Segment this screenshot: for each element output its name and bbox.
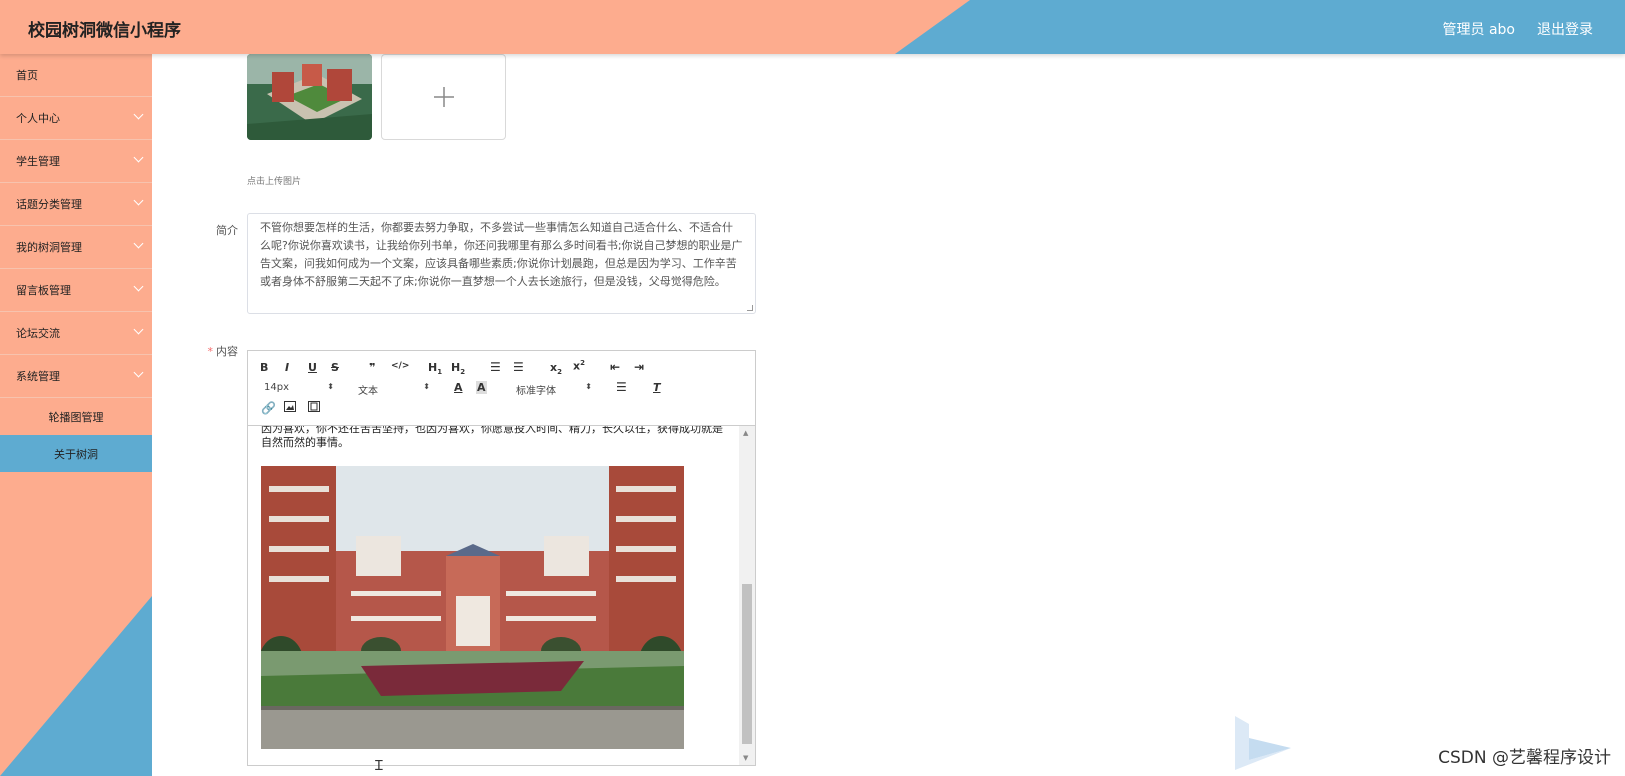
sidebar-item-personal-center[interactable]: 个人中心	[0, 97, 152, 140]
subscript-icon[interactable]: x2	[550, 361, 562, 376]
resize-handle-icon[interactable]	[747, 305, 753, 311]
strike-icon[interactable]: S	[331, 361, 339, 374]
uploaded-image-thumbnail[interactable]	[247, 54, 372, 140]
sidebar-item-home[interactable]: 首页	[0, 54, 152, 97]
current-user-label: 管理员 abo	[1442, 22, 1515, 38]
blockquote-icon[interactable]: ❞	[369, 361, 375, 374]
sidebar-subitem-carousel[interactable]: 轮播图管理	[0, 398, 152, 435]
header-actions: 管理员 abo 退出登录	[1443, 19, 1593, 39]
app-title: 校园树洞微信小程序	[28, 21, 181, 41]
sidebar-item-label: 留言板管理	[16, 284, 71, 297]
scrollbar-thumb[interactable]	[742, 584, 752, 744]
rich-text-editor[interactable]: B I U S ❞ </> H1 H2 ☰ ☰ x2 x2 ⇤ ⇥ 14px ⬍ …	[247, 350, 756, 766]
sidebar: 首页 个人中心 学生管理 话题分类管理 我的树洞管理 留言板管理 论坛交流 系统…	[0, 54, 152, 776]
font-family-select[interactable]: 标准字体 ⬍	[516, 382, 592, 397]
select-arrow-icon: ⬍	[423, 382, 430, 391]
campus-photo[interactable]	[261, 466, 684, 749]
scroll-up-icon[interactable]: ▲	[743, 429, 748, 437]
sidebar-subitem-label: 轮播图管理	[48, 410, 104, 424]
ordered-list-icon[interactable]: ☰	[490, 360, 501, 374]
watermark-text: CSDN @艺馨程序设计	[1438, 748, 1611, 768]
intro-textarea[interactable]: 不管你想要怎样的生活，你都要去努力争取，不多尝试一些事情怎么知道自己适合什么、不…	[247, 213, 756, 314]
image-icon[interactable]	[284, 401, 296, 415]
required-mark: *	[207, 345, 214, 358]
top-header: 校园树洞微信小程序 管理员 abo 退出登录	[0, 0, 1625, 54]
plus-icon	[433, 87, 454, 107]
sidebar-subitem-label: 关于树洞	[54, 447, 98, 461]
upload-tip: 点击上传图片	[247, 177, 302, 187]
chevron-down-icon	[133, 281, 144, 292]
font-color-icon[interactable]: A	[454, 381, 463, 394]
sidebar-item-label: 个人中心	[16, 112, 60, 125]
code-block-icon[interactable]: </>	[391, 361, 409, 371]
chevron-down-icon	[133, 152, 144, 163]
select-arrow-icon: ⬍	[327, 382, 334, 391]
editor-paragraph: 因为喜欢，你不还在苦苦坚持，也因为喜欢，你愿意投入时间、精力，长久以往，获得成功…	[261, 426, 723, 435]
intro-label: 简介	[216, 224, 238, 237]
sidebar-subitem-about[interactable]: 关于树洞	[0, 435, 152, 472]
superscript-icon[interactable]: x2	[573, 359, 585, 373]
align-icon[interactable]: ☰	[616, 380, 627, 394]
outdent-icon[interactable]: ⇤	[610, 360, 620, 374]
sidebar-item-label: 学生管理	[16, 155, 60, 168]
sidebar-item-topic-categories[interactable]: 话题分类管理	[0, 183, 152, 226]
image-upload-button[interactable]	[381, 54, 506, 140]
sidebar-item-forum[interactable]: 论坛交流	[0, 312, 152, 355]
editor-scrollbar[interactable]: ▲ ▼	[739, 426, 755, 765]
text-cursor-icon: Ɪ	[375, 758, 383, 774]
content-label: * 内容	[207, 345, 239, 358]
chevron-down-icon	[133, 195, 144, 206]
editor-content[interactable]: 因为喜欢，你不还在苦苦坚持，也因为喜欢，你愿意投入时间、精力，长久以往，获得成功…	[248, 426, 739, 765]
chevron-down-icon	[133, 324, 144, 335]
chevron-down-icon	[133, 109, 144, 120]
bullet-list-icon[interactable]: ☰	[513, 360, 524, 374]
sidebar-item-label: 我的树洞管理	[16, 241, 82, 254]
sidebar-item-label: 论坛交流	[16, 327, 60, 340]
heading1-icon[interactable]: H1	[428, 361, 442, 376]
sidebar-item-label: 首页	[16, 69, 38, 82]
sidebar-item-students[interactable]: 学生管理	[0, 140, 152, 183]
intro-text: 不管你想要怎样的生活，你都要去努力争取，不多尝试一些事情怎么知道自己适合什么、不…	[260, 221, 743, 288]
sidebar-item-message-board[interactable]: 留言板管理	[0, 269, 152, 312]
link-icon[interactable]: 🔗	[261, 401, 276, 415]
sidebar-item-system[interactable]: 系统管理	[0, 355, 152, 398]
chevron-down-icon	[133, 238, 144, 249]
sidebar-item-label: 话题分类管理	[16, 198, 82, 211]
font-size-select[interactable]: 14px ⬍	[264, 382, 334, 393]
block-type-select[interactable]: 文本 ⬍	[358, 382, 430, 397]
editor-toolbar: B I U S ❞ </> H1 H2 ☰ ☰ x2 x2 ⇤ ⇥ 14px ⬍ …	[248, 351, 755, 426]
italic-icon[interactable]: I	[285, 361, 289, 374]
clear-format-icon[interactable]: T	[653, 381, 661, 394]
sidebar-item-my-treehole[interactable]: 我的树洞管理	[0, 226, 152, 269]
watermark-logo-icon	[1235, 716, 1291, 770]
bold-icon[interactable]: B	[260, 361, 268, 374]
sidebar-item-label: 系统管理	[16, 370, 60, 383]
chevron-down-icon	[133, 367, 144, 378]
indent-icon[interactable]: ⇥	[634, 360, 644, 374]
editor-paragraph: 自然而然的事情。	[261, 436, 349, 449]
select-arrow-icon: ⬍	[585, 382, 592, 391]
scroll-down-icon[interactable]: ▼	[743, 754, 748, 762]
sidebar-decoration	[0, 596, 152, 776]
heading2-icon[interactable]: H2	[451, 361, 465, 376]
background-color-icon[interactable]: A	[476, 381, 487, 394]
video-icon[interactable]	[308, 401, 320, 415]
logout-link[interactable]: 退出登录	[1537, 19, 1593, 39]
underline-icon[interactable]: U	[308, 361, 317, 374]
